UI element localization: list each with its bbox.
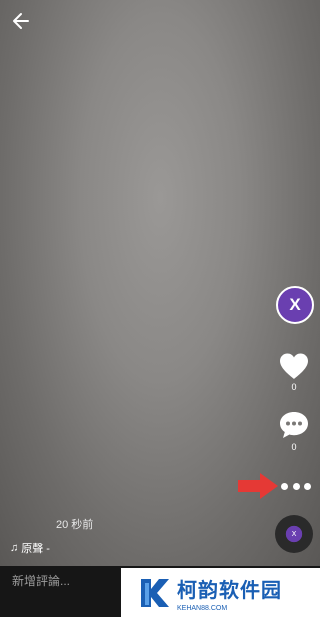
more-options-button[interactable] [281, 480, 311, 492]
watermark: 柯韵软件园 KEHAN88.COM [121, 568, 320, 617]
like-count: 0 [291, 382, 297, 392]
dot-icon [304, 482, 311, 490]
comment-input[interactable]: 新增評論... [12, 566, 112, 597]
watermark-logo-icon [141, 578, 169, 607]
avatar-letter: X [289, 295, 301, 314]
disc-letter: X [291, 530, 297, 538]
comment-button[interactable]: 0 [276, 410, 312, 452]
dot-icon [292, 482, 300, 490]
comment-bubble-icon [280, 412, 308, 438]
watermark-url: KEHAN88.COM [177, 604, 228, 612]
back-button[interactable] [8, 8, 34, 34]
sound-disc[interactable]: X [275, 515, 313, 553]
music-note-icon: ♫ [10, 542, 19, 554]
arrow-left-icon [13, 13, 29, 29]
sound-label: 原聲 - [21, 543, 50, 555]
sound-info[interactable]: ♫ 原聲 - [10, 540, 50, 556]
watermark-title: 柯韵软件园 [177, 579, 282, 602]
creator-avatar[interactable]: X [276, 286, 314, 324]
heart-icon [280, 353, 308, 379]
dot-icon [281, 482, 288, 490]
post-timestamp: 20 秒前 [56, 519, 94, 531]
red-arrow-icon [238, 473, 278, 499]
comment-count: 0 [291, 442, 297, 452]
like-button[interactable]: 0 [276, 352, 312, 392]
